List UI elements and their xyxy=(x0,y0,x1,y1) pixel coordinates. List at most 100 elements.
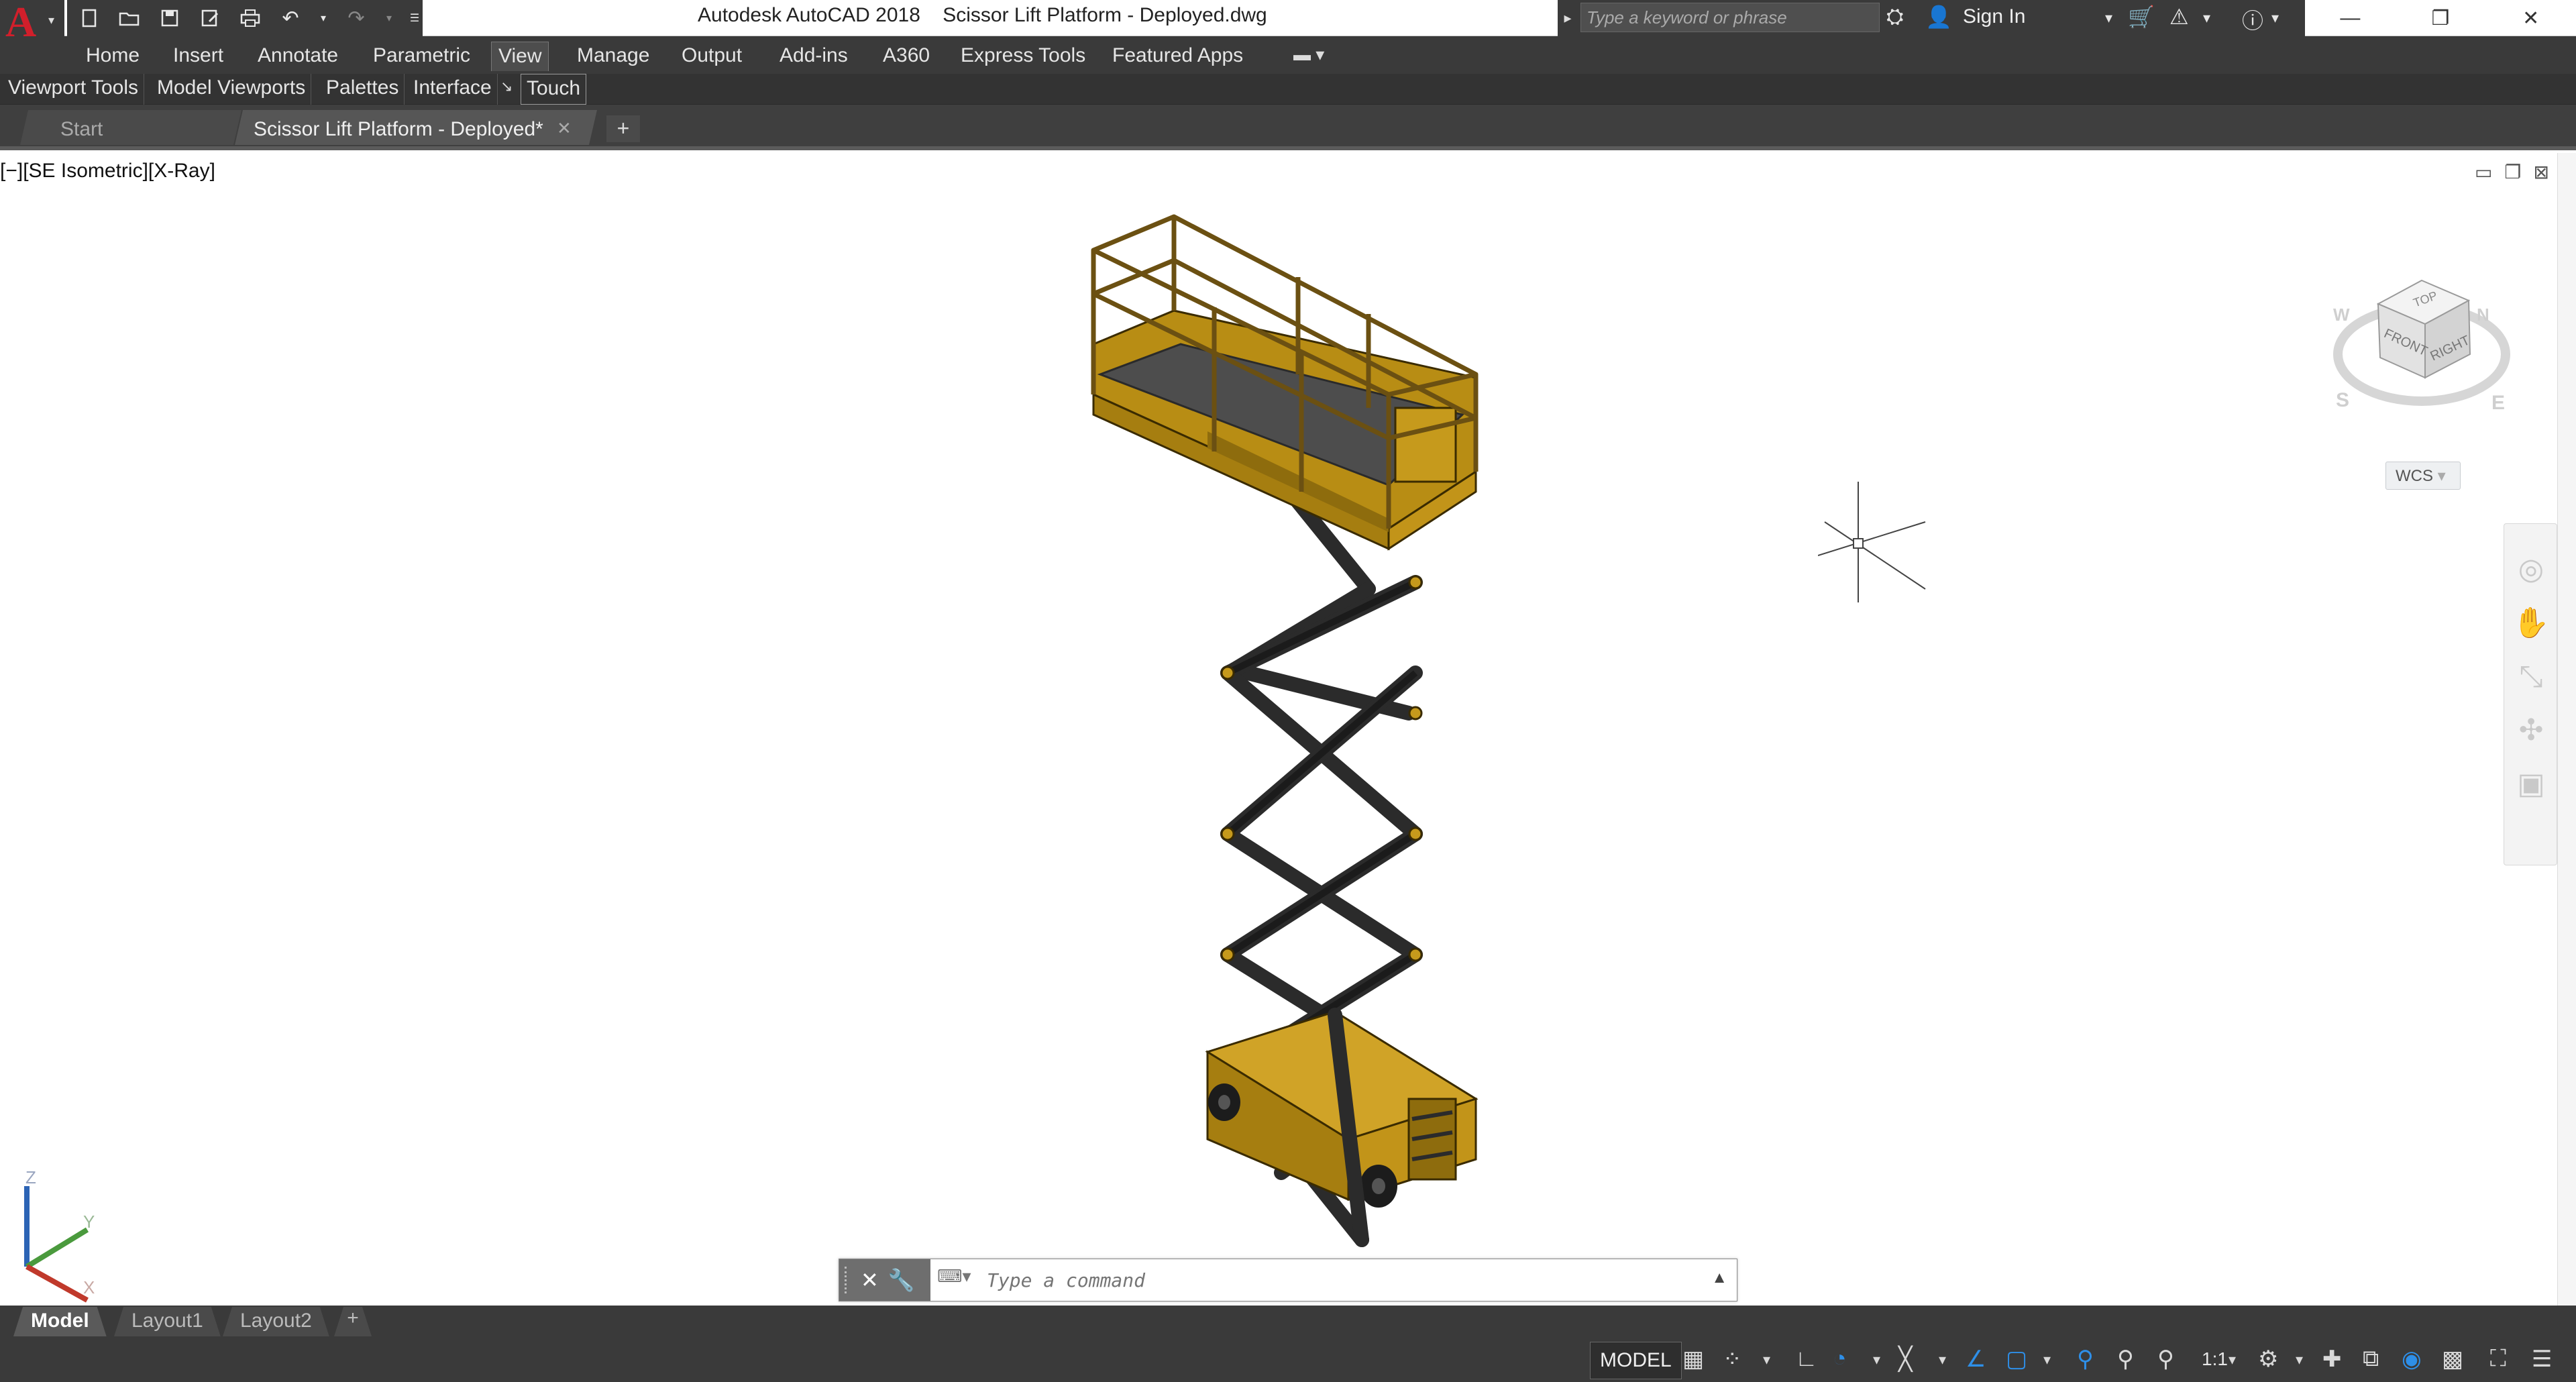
chevron-down-icon[interactable]: ▾ xyxy=(1873,1351,1880,1369)
chevron-right-icon[interactable]: ▸ xyxy=(1558,0,1578,36)
showmotion-icon[interactable]: ▣ xyxy=(2512,765,2550,803)
annotation-visibility-icon[interactable]: ⚲ xyxy=(2077,1346,2094,1373)
new-icon[interactable] xyxy=(75,4,103,32)
chevron-down-icon[interactable]: ▾ xyxy=(2105,9,2112,27)
customize-wrench-icon[interactable]: 🔧 xyxy=(888,1267,915,1293)
polar-tracking-icon[interactable]: ◔ xyxy=(1833,1346,1847,1372)
pan-icon[interactable]: ✋ xyxy=(2512,604,2550,642)
file-tab-label: Scissor Lift Platform - Deployed* xyxy=(254,118,543,140)
close-tab-icon[interactable]: ✕ xyxy=(557,118,572,139)
close-icon[interactable]: ✕ xyxy=(2485,0,2576,36)
ribbon-display-toggle-icon[interactable]: ▬ ▾ xyxy=(1293,44,1324,65)
command-line-handle[interactable]: ✕ 🔧 xyxy=(839,1259,930,1301)
drawing-viewport[interactable]: [−][SE Isometric][X-Ray] ▭ ❐ ⊠ TOP FRONT… xyxy=(0,153,2576,1306)
chevron-down-icon[interactable]: ▾ xyxy=(1939,1351,1946,1369)
panel-touch[interactable]: Touch xyxy=(521,74,587,105)
save-as-icon[interactable] xyxy=(196,4,224,32)
tab-add-ins[interactable]: Add-ins xyxy=(773,42,855,71)
panel-palettes[interactable]: Palettes xyxy=(321,74,405,105)
annotation-monitor-icon[interactable]: ✚ xyxy=(2322,1346,2342,1373)
minimize-icon[interactable]: — xyxy=(2305,0,2396,36)
clean-screen-icon[interactable]: ⛶ xyxy=(2490,1346,2506,1372)
tab-a360[interactable]: A360 xyxy=(876,42,936,71)
file-tab-start[interactable]: Start xyxy=(20,110,241,145)
command-prompt-icon[interactable]: ⌨▾ xyxy=(937,1266,977,1294)
tab-express-tools[interactable]: Express Tools xyxy=(954,42,1092,71)
chevron-down-icon[interactable]: ▾ xyxy=(2043,1351,2051,1369)
cart-icon[interactable]: 🛒 xyxy=(2128,4,2155,30)
autodesk-account-icon[interactable]: ⚠ xyxy=(2169,4,2189,30)
isodraft-icon[interactable]: ╳ xyxy=(1898,1346,1912,1373)
tab-featured-apps[interactable]: Featured Apps xyxy=(1106,42,1250,71)
undo-icon[interactable]: ↶ xyxy=(276,4,305,32)
panel-viewport-tools[interactable]: Viewport Tools xyxy=(3,74,145,105)
zoom-extents-icon[interactable]: ⤡ xyxy=(2512,658,2550,696)
compass-east-label[interactable]: E xyxy=(2491,392,2505,414)
panel-model-viewports[interactable]: Model Viewports xyxy=(152,74,312,105)
compass-west-label[interactable]: W xyxy=(2333,305,2350,325)
annotation-scale-value[interactable]: 1:1 xyxy=(2202,1348,2228,1370)
command-input[interactable] xyxy=(987,1265,1658,1295)
chevron-down-icon[interactable]: ▾ xyxy=(2271,9,2279,27)
tab-parametric[interactable]: Parametric xyxy=(366,42,477,71)
file-tab-drawing[interactable]: Scissor Lift Platform - Deployed* xyxy=(235,110,597,145)
chevron-down-icon[interactable]: ▾ xyxy=(1763,1351,1770,1369)
user-icon[interactable]: 👤 xyxy=(1925,4,1952,30)
chevron-down-icon[interactable]: ▾ xyxy=(317,4,330,32)
tab-insert[interactable]: Insert xyxy=(166,42,230,71)
save-icon[interactable] xyxy=(156,4,184,32)
steering-wheel-icon[interactable]: ◎ xyxy=(2512,551,2550,588)
tab-model[interactable]: Model xyxy=(13,1307,107,1336)
compass-south-label[interactable]: S xyxy=(2336,389,2349,411)
tab-layout1[interactable]: Layout1 xyxy=(114,1307,221,1336)
grip-icon[interactable] xyxy=(845,1267,851,1293)
object-snap-icon[interactable]: ▢ xyxy=(2006,1346,2027,1373)
title-bar: A ▾ ↶ ▾ ↷ ▾ ☰ Autodesk AutoCAD 2018 Scis… xyxy=(0,0,2576,46)
tab-view[interactable]: View xyxy=(491,42,549,71)
workspace-gear-icon[interactable]: ⚙ xyxy=(2258,1346,2278,1373)
panel-interface[interactable]: Interface xyxy=(408,74,498,105)
ortho-icon[interactable]: ∟ xyxy=(1795,1346,1817,1372)
binoculars-icon[interactable]: ⛭ xyxy=(1886,4,1904,30)
chevron-down-icon[interactable]: ▾ xyxy=(2203,9,2210,27)
close-icon[interactable]: ✕ xyxy=(861,1267,879,1293)
hardware-acceleration-icon[interactable]: ▩ xyxy=(2442,1346,2463,1373)
grid-icon[interactable]: ▦ xyxy=(1682,1346,1704,1373)
wcs-menu-button[interactable]: WCS ▾ xyxy=(2385,462,2461,490)
object-snap-tracking-icon[interactable]: ∠ xyxy=(1966,1346,1986,1373)
tab-output[interactable]: Output xyxy=(675,42,749,71)
sign-in-button[interactable]: Sign In xyxy=(1963,5,2025,28)
chevron-down-icon[interactable]: ▾ xyxy=(382,4,396,32)
close-viewport-icon[interactable]: ⊠ xyxy=(2534,161,2549,183)
status-bar: MODEL ▦ ⁘ ▾ ∟ ◔ ▾ ╳ ▾ ∠ ▢ ▾ ⚲ ⚲ ⚲ 1:1 ▾ … xyxy=(0,1339,2576,1382)
help-icon[interactable]: ⓘ xyxy=(2242,4,2263,35)
chevron-down-icon[interactable]: ▾ xyxy=(2296,1351,2303,1369)
tab-manage[interactable]: Manage xyxy=(570,42,656,71)
new-tab-button[interactable]: + xyxy=(606,115,640,142)
quick-properties-icon[interactable]: ◉ xyxy=(2402,1346,2422,1373)
tab-layout2[interactable]: Layout2 xyxy=(223,1307,329,1336)
restore-viewport-icon[interactable]: ❐ xyxy=(2504,161,2521,183)
tab-annotate[interactable]: Annotate xyxy=(251,42,345,71)
panel-launcher-icon[interactable]: ↘ xyxy=(500,78,513,95)
viewcube[interactable]: TOP FRONT RIGHT N W S E xyxy=(2328,254,2516,441)
chevron-down-icon[interactable]: ▾ xyxy=(2229,1351,2236,1369)
orbit-icon[interactable]: ✣ xyxy=(2512,712,2550,749)
snap-icon[interactable]: ⁘ xyxy=(1723,1346,1742,1373)
chevron-up-icon[interactable]: ▲ xyxy=(1711,1269,1727,1287)
search-input[interactable]: Type a keyword or phrase xyxy=(1580,3,1880,32)
restore-icon[interactable]: ❐ xyxy=(2396,0,2486,36)
units-icon[interactable]: ⧉ xyxy=(2363,1346,2379,1372)
customization-menu-icon[interactable]: ☰ xyxy=(2532,1346,2552,1373)
open-icon[interactable] xyxy=(115,4,144,32)
model-space-button[interactable]: MODEL xyxy=(1590,1342,1682,1379)
tab-home[interactable]: Home xyxy=(79,42,146,71)
annotation-scale-icon[interactable]: ⚲ xyxy=(2157,1346,2174,1373)
add-layout-button[interactable]: + xyxy=(334,1307,372,1336)
redo-icon[interactable]: ↷ xyxy=(342,4,370,32)
print-icon[interactable] xyxy=(236,4,264,32)
application-menu-button[interactable]: A ▾ xyxy=(0,0,64,46)
auto-scale-icon[interactable]: ⚲ xyxy=(2117,1346,2134,1373)
customize-toolbar-icon[interactable]: ☰ xyxy=(408,4,421,32)
compass-north-label[interactable]: N xyxy=(2477,305,2489,325)
